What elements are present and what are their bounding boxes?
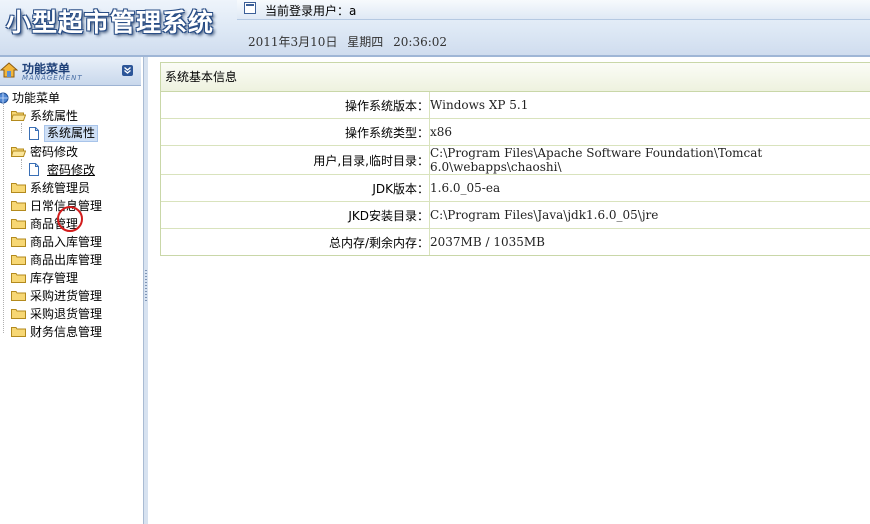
time-text: 20:36:02: [393, 35, 448, 49]
tree-item-system-props[interactable]: 系统属性: [0, 125, 143, 143]
tree-folder-purchase[interactable]: 采购进货管理: [0, 287, 143, 305]
folder-icon: [11, 291, 26, 301]
row-value: 2037MB / 1035MB: [430, 235, 545, 249]
globe-icon: [0, 92, 9, 104]
system-info-table: 操作系统版本： Windows XP 5.1 操作系统类型： x86 用户,目录…: [161, 92, 870, 255]
tree-folder-password[interactable]: 密码修改: [0, 143, 143, 161]
datetime-display: 2011年3月10日 星期四 20:36:02: [248, 33, 453, 50]
tree-folder-goods-out[interactable]: 商品出库管理: [0, 251, 143, 269]
current-user-label: 当前登录用户：a: [265, 4, 357, 18]
system-info-panel: 系统基本信息 操作系统版本： Windows XP 5.1 操作系统类型： x8…: [160, 62, 870, 256]
table-row: 总内存/剩余内存： 2037MB / 1035MB: [161, 228, 870, 255]
tree-item-password-change[interactable]: 密码修改: [0, 161, 143, 179]
table-row: JKD安装目录： C:\Program Files\Java\jdk1.6.0_…: [161, 201, 870, 229]
row-key: 操作系统版本：: [161, 92, 430, 119]
folder-icon: [11, 273, 26, 283]
tree-item-label: 商品入库管理: [30, 235, 103, 249]
row-value: 1.6.0_05-ea: [429, 174, 870, 202]
table-row: 操作系统类型： x86: [161, 118, 870, 146]
row-key: 用户,目录,临时目录：: [161, 145, 430, 175]
row-key: JKD安装目录：: [161, 201, 430, 229]
app-logo: 小型超市管理系统: [0, 0, 237, 54]
panel-title: 系统基本信息: [161, 63, 870, 92]
window-icon: [244, 2, 256, 14]
folder-icon: [11, 183, 26, 193]
weekday-text: 星期四: [347, 35, 384, 49]
tree-folder-admin[interactable]: 系统管理员: [0, 179, 143, 197]
main-content: 系统基本信息 操作系统版本： Windows XP 5.1 操作系统类型： x8…: [148, 57, 870, 524]
row-value: Windows XP 5.1: [429, 92, 870, 119]
tree-root-label: 功能菜单: [12, 91, 61, 105]
header: 小型超市管理系统 当前登录用户：a 2011年3月10日 星期四 20:36:0…: [0, 0, 870, 57]
home-icon: [0, 62, 18, 78]
tree-item-label: 密码修改: [47, 163, 96, 177]
sidebar: 功能菜单 MANAGEMENT 功能菜单 系统属性 系统属性 密码修改 密码修改…: [0, 57, 143, 524]
menu-header: 功能菜单 MANAGEMENT: [0, 57, 141, 86]
tree-item-label: 财务信息管理: [30, 325, 103, 339]
tree-folder-finance[interactable]: 财务信息管理: [0, 323, 143, 341]
tree-item-label: 密码修改: [30, 145, 79, 159]
tree-item-label: 商品出库管理: [30, 253, 103, 267]
splitter-grip-icon[interactable]: [145, 270, 147, 302]
tree-folder-inventory[interactable]: 库存管理: [0, 269, 143, 287]
folder-icon: [11, 237, 26, 247]
table-row: 操作系统版本： Windows XP 5.1: [161, 92, 870, 119]
folder-open-icon: [11, 147, 26, 157]
folder-icon: [11, 309, 26, 319]
document-icon: [29, 163, 39, 176]
tree-item-label: 系统属性: [30, 109, 79, 123]
document-icon: [29, 127, 39, 140]
cursor-highlight: [57, 206, 83, 232]
folder-icon: [11, 219, 26, 229]
table-row: JDK版本： 1.6.0_05-ea: [161, 174, 870, 202]
row-key: 操作系统类型：: [161, 118, 430, 146]
row-key: JDK版本：: [161, 174, 430, 202]
tree-folder-goods-in[interactable]: 商品入库管理: [0, 233, 143, 251]
tree-folder-purchase-return[interactable]: 采购退货管理: [0, 305, 143, 323]
collapse-menu-button[interactable]: [122, 65, 133, 76]
tree-item-label: 库存管理: [30, 271, 79, 285]
menu-subtitle: MANAGEMENT: [22, 74, 83, 82]
tree-folder-system-props[interactable]: 系统属性: [0, 107, 143, 125]
user-bar: 当前登录用户：a: [237, 0, 870, 20]
folder-icon: [11, 327, 26, 337]
table-row: 用户,目录,临时目录： C:\Program Files\Apache Soft…: [161, 145, 870, 175]
chevron-down-icon: [124, 67, 131, 74]
row-value: C:\Program Files\Java\jdk1.6.0_05\jre: [429, 201, 870, 229]
folder-icon: [11, 201, 26, 211]
app-title: 小型超市管理系统: [6, 8, 215, 37]
row-value: C:\Program Files\Apache Software Foundat…: [429, 145, 870, 175]
tree-item-label: 采购进货管理: [30, 289, 103, 303]
folder-icon: [11, 255, 26, 265]
tree-item-label: 系统管理员: [30, 181, 91, 195]
date-text: 2011年3月10日: [248, 35, 338, 49]
tree-item-label: 采购退货管理: [30, 307, 103, 321]
tree-item-label: 系统属性: [44, 125, 99, 142]
folder-open-icon: [11, 111, 26, 121]
row-key: 总内存/剩余内存：: [161, 228, 430, 255]
row-value: x86: [429, 118, 870, 146]
